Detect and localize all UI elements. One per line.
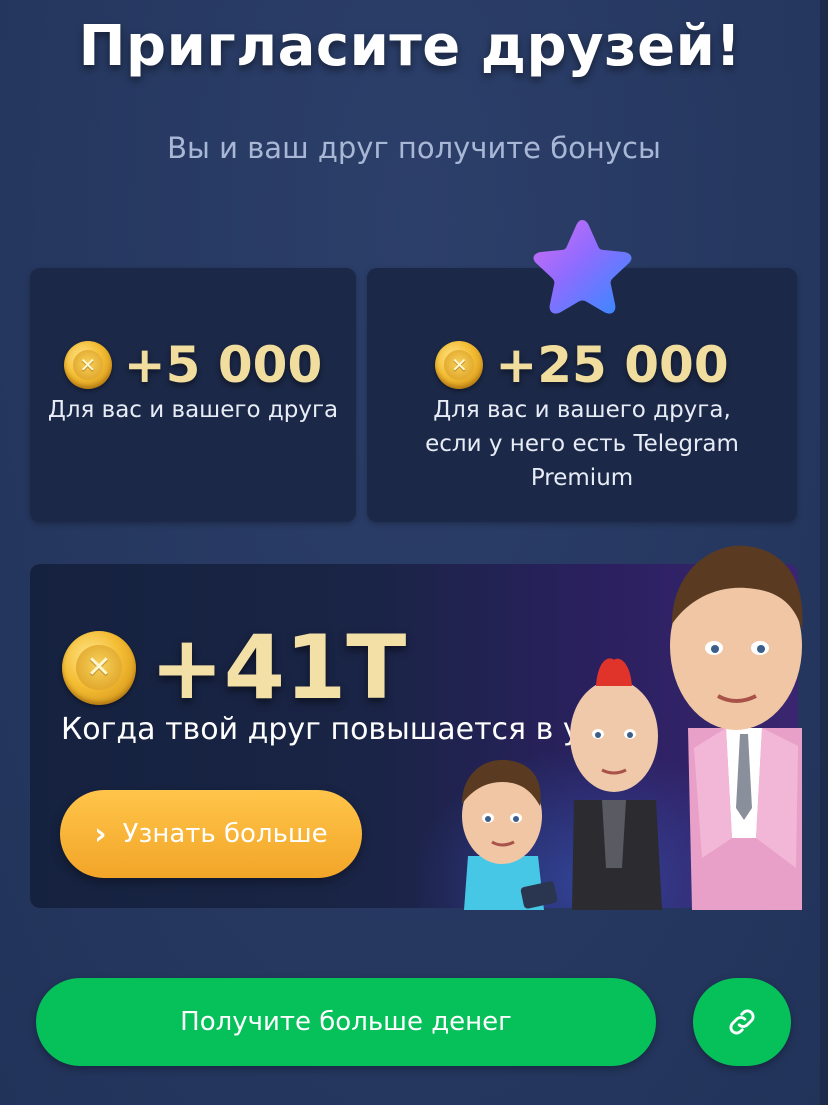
character-pink-suit — [670, 545, 803, 910]
page-subtitle: Вы и ваш друг получите бонусы — [167, 131, 661, 165]
link-icon — [729, 1009, 755, 1035]
telegram-premium-star-icon — [533, 220, 632, 314]
bonus-description-line: Для вас и вашего друга, — [433, 397, 731, 423]
bonus-description-line: если у него есть Telegram — [425, 431, 739, 457]
character-mohawk — [570, 658, 662, 910]
learn-more-label: Узнать больше — [122, 819, 328, 849]
bonus-amount-row: ✕ +5 000 — [30, 336, 356, 394]
get-more-money-button[interactable]: Получите больше денег — [36, 978, 656, 1066]
bonus-amount-row: ✕ +25 000 — [367, 336, 797, 394]
bonus-card-regular: ✕ +5 000 Для вас и вашего друга — [30, 268, 356, 522]
invite-friends-screen: Пригласите друзей! Вы и ваш друг получит… — [0, 0, 828, 1105]
bonus-description: Для вас и вашего друга, если у него есть… — [367, 393, 797, 495]
promo-amount-row: ✕ +41T — [62, 616, 406, 719]
promo-amount: +41T — [150, 616, 407, 719]
chevron-right-icon: › — [94, 816, 107, 852]
scrollbar-track — [820, 0, 828, 1105]
bonus-description-line: Для вас и вашего друга — [47, 397, 339, 423]
page-title: Пригласите друзей! — [78, 14, 742, 79]
bonus-amount: +25 000 — [495, 336, 729, 394]
bonus-description: Для вас и вашего друга — [30, 393, 356, 427]
bonus-description-line: Premium — [530, 465, 634, 491]
copy-link-button[interactable] — [693, 978, 791, 1066]
coin-icon: ✕ — [62, 630, 136, 705]
get-more-money-label: Получите больше денег — [180, 1007, 512, 1037]
learn-more-button[interactable]: › Узнать больше — [60, 790, 362, 878]
coin-icon: ✕ — [63, 341, 112, 389]
coin-icon: ✕ — [435, 341, 484, 389]
character-blue-shirt — [462, 759, 558, 910]
bonus-amount: +5 000 — [123, 336, 323, 394]
cartoon-characters-illustration — [462, 545, 803, 910]
